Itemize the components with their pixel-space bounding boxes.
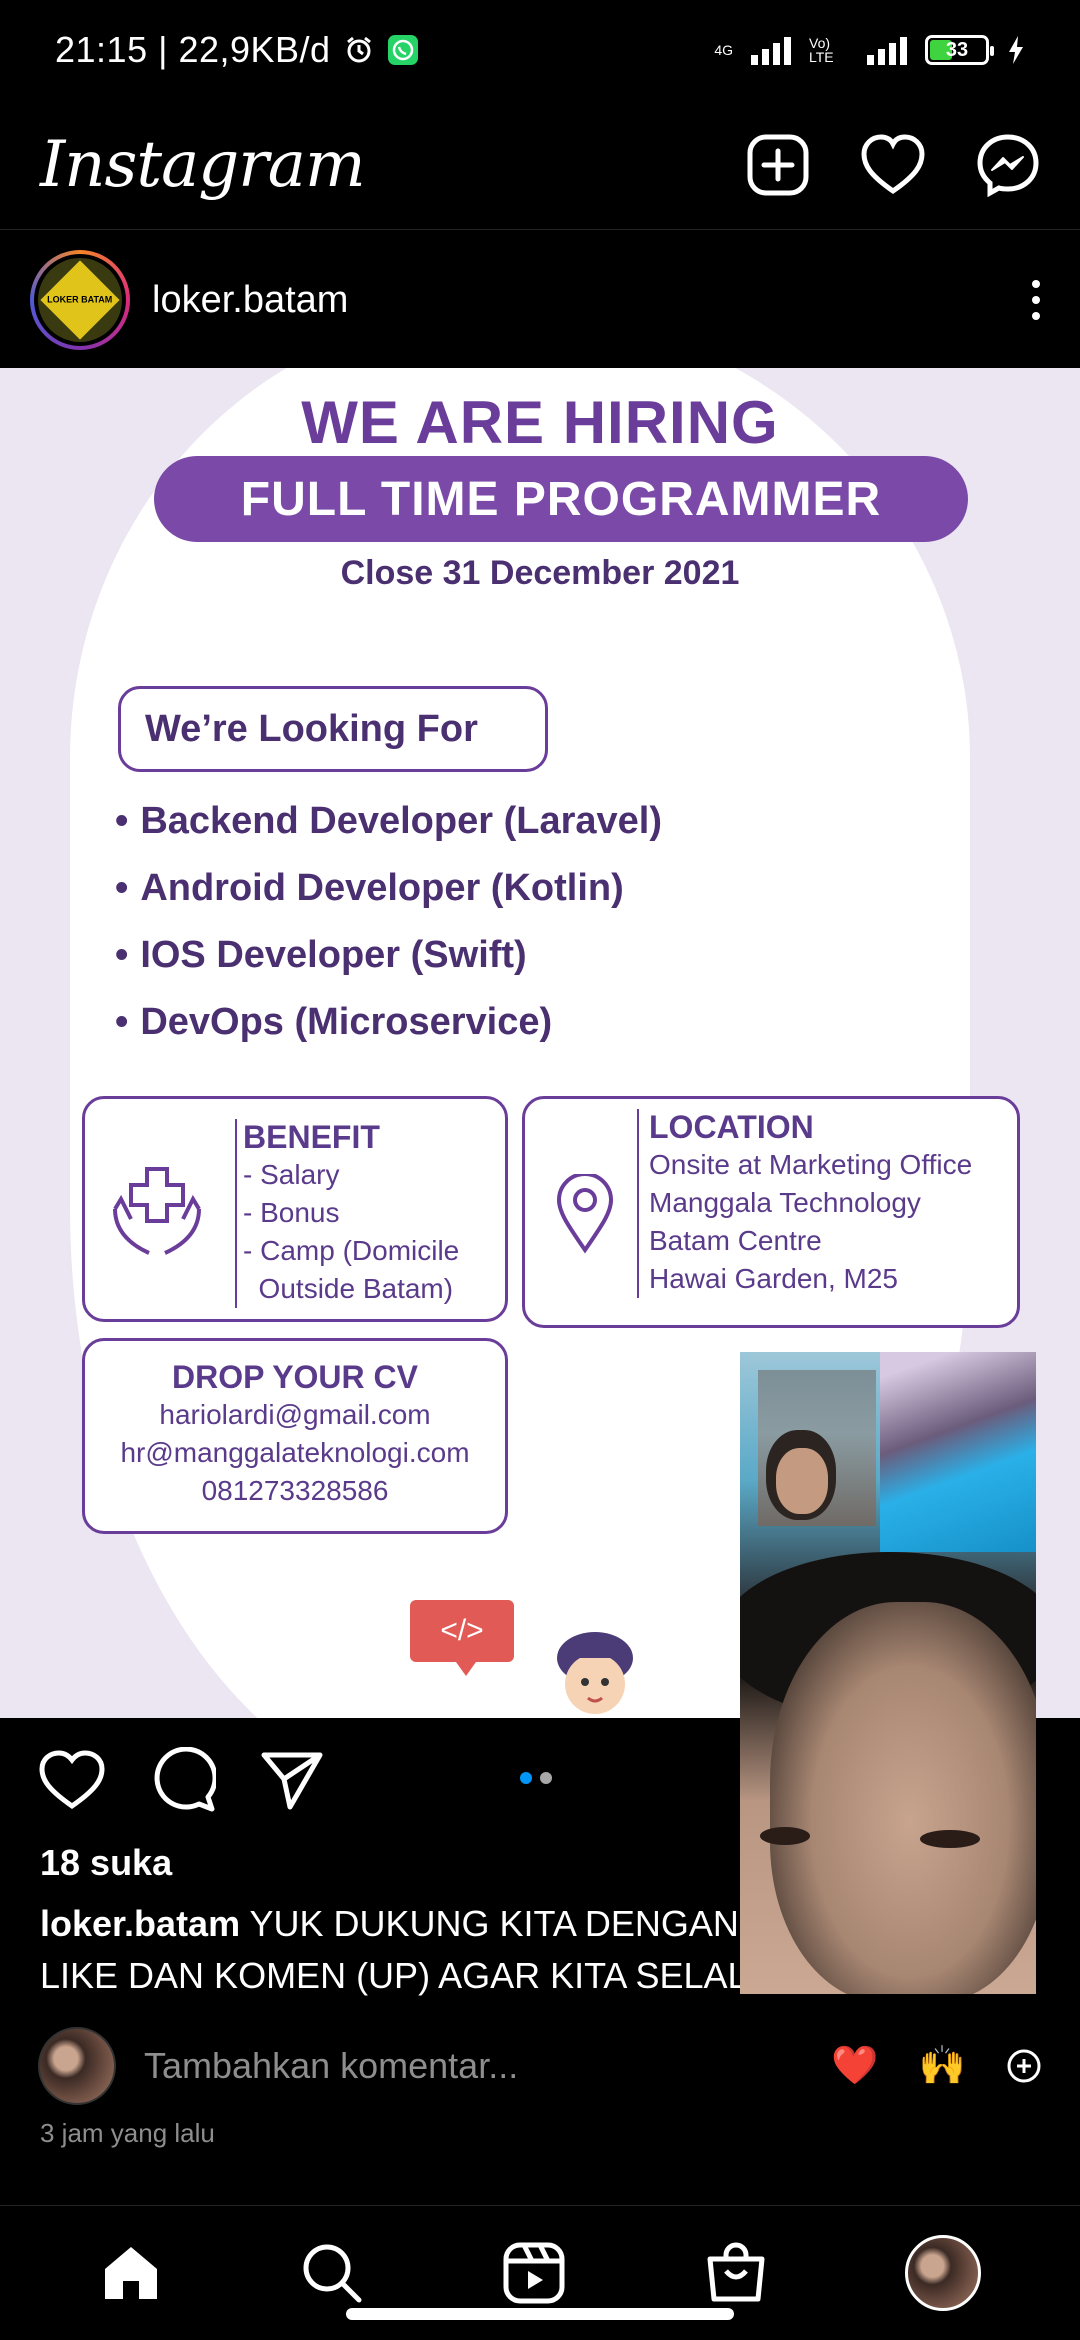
status-time: 21:15 | 22,9KB/d [55,29,331,70]
comment-input[interactable]: Tambahkan komentar... [144,2045,518,2087]
quick-emoji-heart[interactable]: ❤️ [831,2044,878,2088]
quick-emoji-raised-hands[interactable]: 🙌 [919,2044,966,2088]
home-icon[interactable] [99,2241,163,2305]
benefit-line: - Camp (Domicile [243,1235,460,1266]
remote-eye [920,1830,980,1848]
post-username[interactable]: loker.batam [152,279,348,322]
shop-icon[interactable] [704,2241,768,2305]
signal-2-icon [867,35,907,65]
benefit-card: BENEFIT - Salary - Bonus - Camp (Domicil… [82,1096,508,1322]
drop-cv-line: hariolardi@gmail.com [159,1399,431,1430]
gesture-home-bar[interactable] [346,2308,734,2320]
self-camera-preview[interactable] [758,1370,876,1526]
programmer-illustration [557,1632,633,1714]
video-call-overlay[interactable] [740,1352,1036,1994]
carousel-indicator [520,1772,552,1784]
background-cloth [880,1352,1036,1552]
signal-1-icon [751,35,791,65]
avatar-logo-text: LOKER BATAM [47,295,113,306]
location-pin-icon [556,1174,614,1254]
location-line: Manggala Technology [649,1187,921,1218]
like-heart-icon[interactable] [38,1749,106,1811]
remote-eye [760,1827,810,1845]
battery-level: 33 [945,38,969,61]
role-item: Android Developer (Kotlin) [115,855,662,922]
benefit-line: - Salary [243,1159,340,1190]
more-options-icon[interactable] [1032,280,1040,320]
drop-cv-line: 081273328586 [201,1475,389,1506]
share-send-icon[interactable] [260,1749,324,1811]
add-emoji-icon[interactable] [1006,2048,1042,2084]
volte-label: Vo) LTE [809,35,834,65]
status-bar: 21:15 | 22,9KB/d 4G Vo) LTE 33 [0,0,1080,100]
reels-icon[interactable] [502,2241,566,2305]
profile-avatar[interactable] [905,2235,982,2311]
caption-text-line1: YUK DUKUNG KITA DENGAN [249,1903,739,1944]
code-badge: </> [410,1600,514,1676]
post-header: LOKER BATAM loker.batam [0,232,1080,368]
add-comment-row: Tambahkan komentar... ❤️ 🙌 [0,2026,1080,2106]
post-timestamp: 3 jam yang lalu [40,2118,215,2148]
close-date: Close 31 December 2021 [340,554,740,592]
location-line: Hawai Garden, M25 [649,1263,899,1294]
drop-cv-card: DROP YOUR CV hariolardi@gmail.com hr@man… [82,1338,508,1534]
hiring-headline: WE ARE HIRING [301,389,779,456]
network-4g-label: 4G [714,42,733,58]
messenger-icon[interactable] [976,133,1040,197]
new-post-icon[interactable] [746,133,810,197]
location-line: Onsite at Marketing Office [649,1149,973,1180]
user-avatar [38,2027,116,2105]
post-caption[interactable]: loker.batam YUK DUKUNG KITA DENGAN LIKE … [40,1898,740,2002]
location-line: Batam Centre [649,1225,822,1256]
whatsapp-icon [387,35,418,65]
carousel-dot-active [520,1772,532,1784]
location-title: LOCATION [649,1109,814,1145]
carousel-dot [540,1772,552,1784]
battery-icon: 33 [925,35,994,65]
story-ring-avatar[interactable]: LOKER BATAM [30,250,130,350]
benefit-line: Outside Batam) [243,1273,454,1304]
drop-cv-title: DROP YOUR CV [172,1359,418,1395]
job-banner: FULL TIME PROGRAMMER [154,456,968,542]
benefit-title: BENEFIT [243,1119,380,1155]
caption-username[interactable]: loker.batam [40,1903,240,1944]
instagram-logo[interactable]: Instagram [40,128,366,202]
roles-list: Backend Developer (Laravel) Android Deve… [115,788,662,1056]
search-icon[interactable] [300,2241,364,2305]
like-count[interactable]: 18 suka [40,1842,172,1884]
caption-text-line2: LIKE DAN KOMEN (UP) AGAR KITA SELAL [40,1955,740,1996]
care-hands-icon [113,1167,201,1255]
comment-icon[interactable] [150,1747,216,1813]
role-item: Backend Developer (Laravel) [115,788,662,855]
charging-icon [1009,36,1023,64]
benefit-line: - Bonus [243,1197,340,1228]
drop-cv-line: hr@manggalateknologi.com [120,1437,470,1468]
location-card: LOCATION Onsite at Marketing Office Mang… [522,1096,1020,1328]
looking-for-label: We’re Looking For [118,686,548,772]
alarm-icon [346,36,371,63]
role-item: IOS Developer (Swift) [115,922,662,989]
role-item: DevOps (Microservice) [115,989,662,1056]
app-header: Instagram [0,100,1080,230]
activity-heart-icon[interactable] [860,133,926,197]
